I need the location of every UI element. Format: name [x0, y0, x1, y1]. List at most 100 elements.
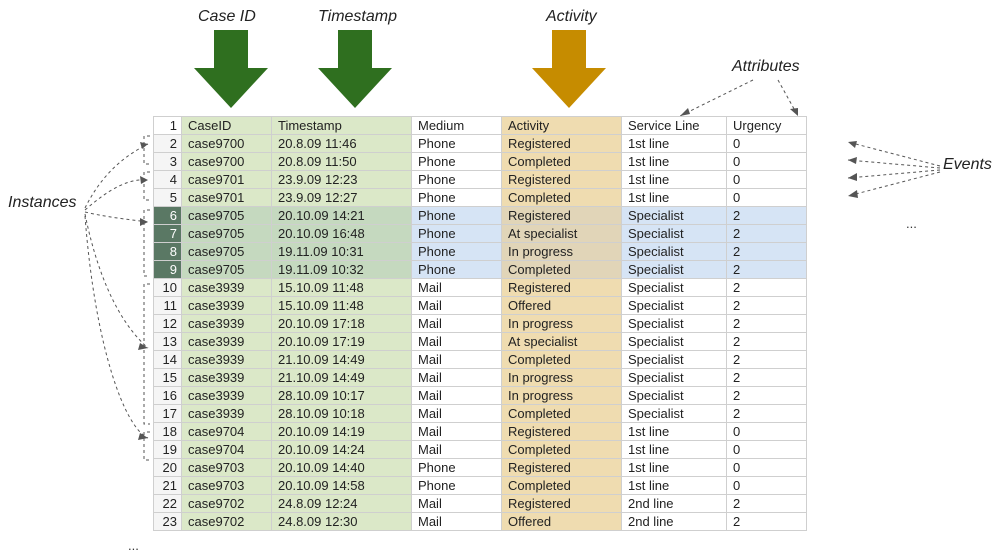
cell-urgency: 2 [727, 297, 807, 315]
col-service-line: Service Line [622, 117, 727, 135]
table-row: 7case970520.10.09 16:48PhoneAt specialis… [154, 225, 807, 243]
cell-service: 1st line [622, 135, 727, 153]
cell-timestamp: 21.10.09 14:49 [272, 351, 412, 369]
cell-timestamp: 20.8.09 11:50 [272, 153, 412, 171]
rownum: 16 [154, 387, 182, 405]
cell-timestamp: 21.10.09 14:49 [272, 369, 412, 387]
arrow-case-id-icon [194, 30, 268, 113]
cell-case: case9703 [182, 459, 272, 477]
cell-case: case3939 [182, 369, 272, 387]
cell-medium: Phone [412, 189, 502, 207]
table-row: 2case970020.8.09 11:46PhoneRegistered1st… [154, 135, 807, 153]
cell-medium: Mail [412, 441, 502, 459]
rownum: 9 [154, 261, 182, 279]
cell-activity: In progress [502, 243, 622, 261]
cell-medium: Phone [412, 243, 502, 261]
rownum: 14 [154, 351, 182, 369]
rownum: 23 [154, 513, 182, 531]
table-row: 17case393928.10.09 10:18MailCompletedSpe… [154, 405, 807, 423]
cell-medium: Mail [412, 423, 502, 441]
cell-activity: Completed [502, 405, 622, 423]
col-medium: Medium [412, 117, 502, 135]
label-instances: Instances [8, 194, 76, 212]
table-row: 15case393921.10.09 14:49MailIn progressS… [154, 369, 807, 387]
cell-case: case3939 [182, 351, 272, 369]
cell-timestamp: 20.10.09 14:24 [272, 441, 412, 459]
cell-activity: Completed [502, 261, 622, 279]
table-row: 13case393920.10.09 17:19MailAt specialis… [154, 333, 807, 351]
arrow-timestamp-icon [318, 30, 392, 113]
cell-activity: Completed [502, 477, 622, 495]
cell-medium: Mail [412, 351, 502, 369]
cell-case: case3939 [182, 297, 272, 315]
cell-timestamp: 20.10.09 14:58 [272, 477, 412, 495]
cell-service: 1st line [622, 423, 727, 441]
cell-urgency: 2 [727, 243, 807, 261]
cell-activity: Completed [502, 441, 622, 459]
cell-case: case9705 [182, 261, 272, 279]
cell-timestamp: 28.10.09 10:17 [272, 387, 412, 405]
cell-service: 1st line [622, 459, 727, 477]
cell-activity: Completed [502, 189, 622, 207]
cell-service: Specialist [622, 315, 727, 333]
rownum: 20 [154, 459, 182, 477]
cell-service: Specialist [622, 243, 727, 261]
cell-case: case9704 [182, 423, 272, 441]
cell-service: Specialist [622, 207, 727, 225]
cell-case: case9702 [182, 495, 272, 513]
cell-urgency: 0 [727, 477, 807, 495]
cell-timestamp: 19.11.09 10:31 [272, 243, 412, 261]
cell-activity: At specialist [502, 333, 622, 351]
cell-service: Specialist [622, 279, 727, 297]
cell-medium: Phone [412, 171, 502, 189]
rownum: 3 [154, 153, 182, 171]
table-row: 20case970320.10.09 14:40PhoneRegistered1… [154, 459, 807, 477]
cell-service: 1st line [622, 153, 727, 171]
ellipsis-left: ... [128, 538, 139, 553]
table-row: 8case970519.11.09 10:31PhoneIn progressS… [154, 243, 807, 261]
table-row: 23case970224.8.09 12:30MailOffered2nd li… [154, 513, 807, 531]
cell-case: case9701 [182, 189, 272, 207]
cell-case: case9702 [182, 513, 272, 531]
cell-medium: Phone [412, 261, 502, 279]
cell-service: 1st line [622, 477, 727, 495]
rownum: 18 [154, 423, 182, 441]
rownum: 5 [154, 189, 182, 207]
table-row: 6case970520.10.09 14:21PhoneRegisteredSp… [154, 207, 807, 225]
col-urgency: Urgency [727, 117, 807, 135]
cell-urgency: 0 [727, 135, 807, 153]
label-case-id: Case ID [198, 8, 256, 26]
ellipsis-right: ... [906, 216, 917, 231]
cell-timestamp: 19.11.09 10:32 [272, 261, 412, 279]
cell-urgency: 2 [727, 315, 807, 333]
cell-urgency: 2 [727, 261, 807, 279]
instances-connectors-icon [80, 128, 158, 538]
cell-activity: Registered [502, 135, 622, 153]
cell-case: case9705 [182, 225, 272, 243]
cell-medium: Mail [412, 369, 502, 387]
cell-service: Specialist [622, 351, 727, 369]
cell-urgency: 0 [727, 189, 807, 207]
label-attributes: Attributes [732, 58, 800, 76]
label-timestamp: Timestamp [318, 8, 397, 26]
table-row: 9case970519.11.09 10:32PhoneCompletedSpe… [154, 261, 807, 279]
cell-service: 1st line [622, 441, 727, 459]
label-events: Events [943, 156, 992, 174]
cell-urgency: 2 [727, 333, 807, 351]
cell-activity: Registered [502, 171, 622, 189]
rownum: 2 [154, 135, 182, 153]
cell-urgency: 2 [727, 387, 807, 405]
cell-activity: Registered [502, 279, 622, 297]
cell-medium: Phone [412, 135, 502, 153]
cell-activity: Offered [502, 513, 622, 531]
cell-service: Specialist [622, 225, 727, 243]
cell-urgency: 2 [727, 513, 807, 531]
arrow-activity-icon [532, 30, 606, 113]
cell-service: Specialist [622, 297, 727, 315]
cell-medium: Mail [412, 405, 502, 423]
cell-service: 2nd line [622, 513, 727, 531]
rownum: 22 [154, 495, 182, 513]
cell-service: 1st line [622, 189, 727, 207]
event-log-table: 1CaseIDTimestampMediumActivityService Li… [153, 116, 807, 531]
cell-medium: Phone [412, 225, 502, 243]
